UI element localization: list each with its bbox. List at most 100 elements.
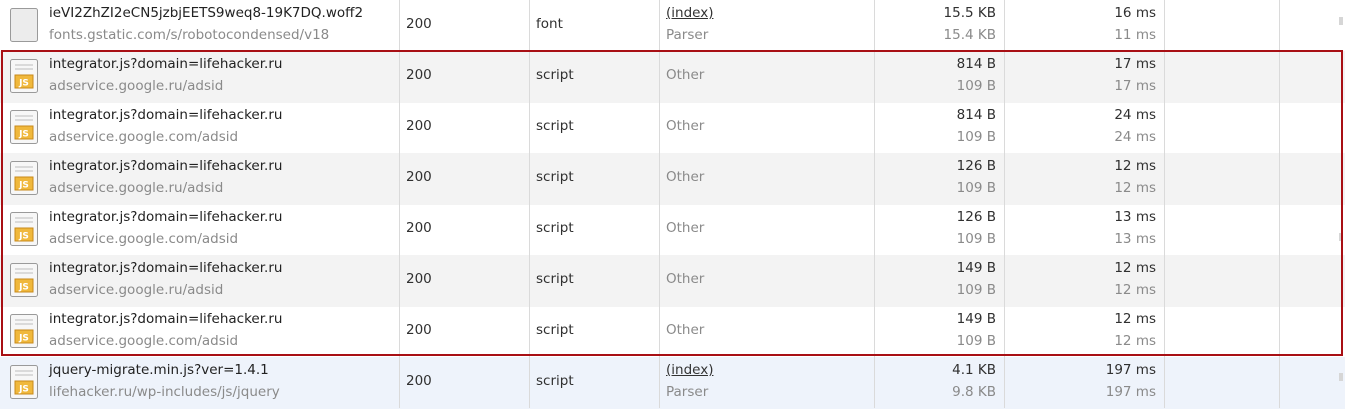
initiator-link[interactable]: (index) bbox=[666, 362, 713, 378]
svg-text:JS: JS bbox=[18, 79, 29, 89]
time-latency: 197 ms bbox=[1105, 384, 1156, 400]
request-name: integrator.js?domain=lifehacker.ru bbox=[49, 158, 283, 174]
initiator-cell: Other bbox=[660, 204, 875, 255]
type-text: script bbox=[536, 118, 574, 134]
size-transferred: 149 B bbox=[956, 311, 996, 327]
type-cell: script bbox=[530, 255, 660, 306]
request-row-script[interactable]: JS integrator.js?domain=lifehacker.ru ad… bbox=[0, 102, 1345, 154]
waterfall-cell-end bbox=[1280, 306, 1345, 357]
request-domain: adservice.google.ru/adsid bbox=[49, 78, 224, 94]
waterfall-cell bbox=[1165, 306, 1280, 357]
initiator-sub: Parser bbox=[666, 27, 709, 43]
size-cell: 149 B 109 B bbox=[875, 306, 1005, 357]
status-text: 200 bbox=[406, 169, 432, 185]
name-cell[interactable]: JS integrator.js?domain=lifehacker.ru ad… bbox=[0, 102, 400, 153]
waterfall-cell bbox=[1165, 255, 1280, 306]
initiator-cell: Other bbox=[660, 306, 875, 357]
size-transferred: 15.5 KB bbox=[943, 5, 996, 21]
name-cell[interactable]: JS jquery-migrate.min.js?ver=1.4.1 lifeh… bbox=[0, 357, 400, 408]
request-name: integrator.js?domain=lifehacker.ru bbox=[49, 56, 283, 72]
type-text: script bbox=[536, 67, 574, 83]
name-cell[interactable]: ieVI2ZhZI2eCN5jzbjEETS9weq8-19K7DQ.woff2… bbox=[0, 0, 400, 51]
status-cell: 200 bbox=[400, 357, 530, 408]
initiator-text: Other bbox=[666, 220, 705, 236]
name-cell[interactable]: JS integrator.js?domain=lifehacker.ru ad… bbox=[0, 306, 400, 357]
time-latency: 12 ms bbox=[1114, 180, 1156, 196]
waterfall-cell bbox=[1165, 153, 1280, 204]
request-name: integrator.js?domain=lifehacker.ru bbox=[49, 260, 283, 276]
size-cell: 126 B 109 B bbox=[875, 204, 1005, 255]
type-cell: script bbox=[530, 102, 660, 153]
initiator-sub: Parser bbox=[666, 384, 709, 400]
time-total: 16 ms bbox=[1114, 5, 1156, 21]
type-cell: script bbox=[530, 306, 660, 357]
request-domain: adservice.google.com/adsid bbox=[49, 333, 239, 349]
request-row-script[interactable]: JS integrator.js?domain=lifehacker.ru ad… bbox=[0, 153, 1345, 205]
time-total: 12 ms bbox=[1114, 158, 1156, 174]
request-row-font[interactable]: ieVI2ZhZI2eCN5jzbjEETS9weq8-19K7DQ.woff2… bbox=[0, 0, 1345, 52]
size-cell: 814 B 109 B bbox=[875, 102, 1005, 153]
time-cell: 17 ms 17 ms bbox=[1005, 51, 1165, 102]
time-latency: 12 ms bbox=[1114, 282, 1156, 298]
time-total: 13 ms bbox=[1114, 209, 1156, 225]
initiator-link[interactable]: (index) bbox=[666, 5, 713, 21]
time-cell: 13 ms 13 ms bbox=[1005, 204, 1165, 255]
initiator-text: Other bbox=[666, 67, 705, 83]
request-domain: adservice.google.ru/adsid bbox=[49, 282, 224, 298]
initiator-text: Other bbox=[666, 118, 705, 134]
waterfall-cell-end bbox=[1280, 153, 1345, 204]
name-cell[interactable]: JS integrator.js?domain=lifehacker.ru ad… bbox=[0, 204, 400, 255]
request-domain: adservice.google.ru/adsid bbox=[49, 180, 224, 196]
waterfall-cell bbox=[1165, 0, 1280, 51]
status-cell: 200 bbox=[400, 0, 530, 51]
status-cell: 200 bbox=[400, 255, 530, 306]
waterfall-cell-end bbox=[1280, 204, 1345, 255]
type-cell: script bbox=[530, 357, 660, 408]
type-text: script bbox=[536, 169, 574, 185]
name-cell[interactable]: JS integrator.js?domain=lifehacker.ru ad… bbox=[0, 51, 400, 102]
js-file-icon: JS bbox=[10, 59, 38, 93]
type-cell: script bbox=[530, 51, 660, 102]
request-row-script[interactable]: JS integrator.js?domain=lifehacker.ru ad… bbox=[0, 306, 1345, 358]
request-row-script[interactable]: JS jquery-migrate.min.js?ver=1.4.1 lifeh… bbox=[0, 357, 1345, 409]
initiator-cell: Other bbox=[660, 51, 875, 102]
request-row-script[interactable]: JS integrator.js?domain=lifehacker.ru ad… bbox=[0, 255, 1345, 307]
name-cell[interactable]: JS integrator.js?domain=lifehacker.ru ad… bbox=[0, 153, 400, 204]
initiator-cell: Other bbox=[660, 102, 875, 153]
svg-text:JS: JS bbox=[18, 385, 29, 395]
svg-text:JS: JS bbox=[18, 283, 29, 293]
time-total: 17 ms bbox=[1114, 56, 1156, 72]
request-name: integrator.js?domain=lifehacker.ru bbox=[49, 209, 283, 225]
size-resource: 109 B bbox=[956, 231, 996, 247]
waterfall-cell bbox=[1165, 102, 1280, 153]
request-row-script[interactable]: JS integrator.js?domain=lifehacker.ru ad… bbox=[0, 51, 1345, 103]
size-resource: 109 B bbox=[956, 282, 996, 298]
type-cell: script bbox=[530, 153, 660, 204]
status-text: 200 bbox=[406, 118, 432, 134]
type-cell: font bbox=[530, 0, 660, 51]
waterfall-cell-end bbox=[1280, 357, 1345, 408]
status-cell: 200 bbox=[400, 204, 530, 255]
waterfall-cell bbox=[1165, 204, 1280, 255]
initiator-cell: (index) Parser bbox=[660, 0, 875, 51]
status-text: 200 bbox=[406, 220, 432, 236]
js-file-icon: JS bbox=[10, 365, 38, 399]
name-cell[interactable]: JS integrator.js?domain=lifehacker.ru ad… bbox=[0, 255, 400, 306]
time-latency: 24 ms bbox=[1114, 129, 1156, 145]
request-row-script[interactable]: JS integrator.js?domain=lifehacker.ru ad… bbox=[0, 204, 1345, 256]
svg-text:JS: JS bbox=[18, 181, 29, 191]
size-resource: 15.4 KB bbox=[943, 27, 996, 43]
waterfall-cell bbox=[1165, 357, 1280, 408]
initiator-text: Other bbox=[666, 169, 705, 185]
status-cell: 200 bbox=[400, 153, 530, 204]
size-resource: 109 B bbox=[956, 180, 996, 196]
request-domain: fonts.gstatic.com/s/robotocondensed/v18 bbox=[49, 27, 330, 43]
time-latency: 11 ms bbox=[1114, 27, 1156, 43]
status-cell: 200 bbox=[400, 102, 530, 153]
svg-text:JS: JS bbox=[18, 334, 29, 344]
time-cell: 12 ms 12 ms bbox=[1005, 306, 1165, 357]
time-total: 12 ms bbox=[1114, 260, 1156, 276]
status-text: 200 bbox=[406, 67, 432, 83]
initiator-text: Other bbox=[666, 271, 705, 287]
js-file-icon: JS bbox=[10, 212, 38, 246]
